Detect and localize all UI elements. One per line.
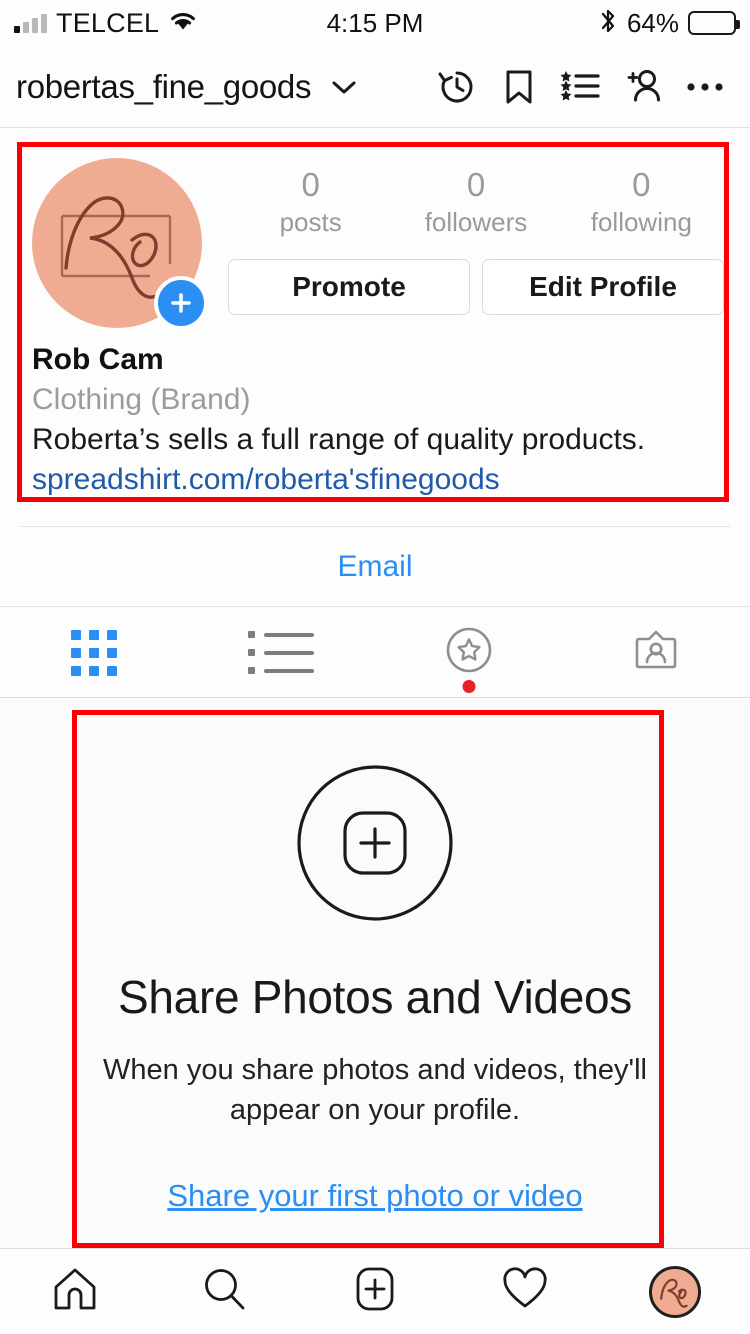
- username-title[interactable]: robertas_fine_goods: [16, 68, 311, 106]
- profile-website-link[interactable]: spreadshirt.com/roberta'sfinegoods: [32, 460, 722, 500]
- stat-following[interactable]: 0 following: [559, 165, 724, 239]
- followers-count: 0: [466, 166, 486, 203]
- battery-icon: [688, 11, 740, 35]
- email-button-row[interactable]: Email: [0, 527, 750, 607]
- navbar-actions: [428, 58, 734, 116]
- chevron-down-icon[interactable]: [323, 61, 365, 113]
- tab-tagged[interactable]: [563, 608, 750, 697]
- tab-saved-collections[interactable]: [375, 608, 563, 697]
- nav-search[interactable]: [150, 1264, 300, 1319]
- profile-category: Clothing (Brand): [32, 383, 251, 416]
- nav-profile[interactable]: [600, 1265, 750, 1318]
- share-first-photo-link[interactable]: Share your first photo or video: [167, 1178, 582, 1214]
- promote-button[interactable]: Promote: [228, 259, 470, 315]
- tab-notification-dot: [462, 680, 476, 693]
- nav-add-post[interactable]: [300, 1264, 450, 1319]
- camera-plus-icon: [293, 761, 457, 930]
- profile-bio: Rob Cam Clothing (Brand) Roberta’s sells…: [32, 340, 722, 500]
- home-icon: [50, 1264, 100, 1319]
- display-name: Rob Cam: [32, 343, 164, 376]
- bookmark-saved-icon[interactable]: [490, 58, 548, 116]
- add-person-icon[interactable]: [614, 58, 672, 116]
- status-bar-right: 64%: [598, 7, 740, 40]
- close-friends-list-icon[interactable]: [552, 58, 610, 116]
- bluetooth-icon: [598, 7, 618, 40]
- archive-history-icon[interactable]: [428, 58, 486, 116]
- bio-description: Roberta’s sells a full range of quality …: [32, 423, 646, 456]
- grid-icon: [70, 629, 117, 676]
- empty-state-subtitle: When you share photos and videos, they'l…: [103, 1054, 647, 1126]
- tab-grid[interactable]: [0, 608, 188, 697]
- profile-avatar-icon: [649, 1265, 701, 1318]
- avatar-container[interactable]: [32, 158, 208, 330]
- status-bar: TELCEL 4:15 PM 64%: [0, 0, 750, 46]
- followers-label: followers: [424, 207, 528, 237]
- following-label: following: [590, 207, 692, 237]
- profile-action-buttons: Promote Edit Profile: [228, 259, 724, 315]
- instagram-profile-screen: TELCEL 4:15 PM 64% robertas_fine_goods 0…: [0, 0, 750, 1334]
- posts-label: posts: [279, 207, 342, 237]
- profile-header: 0 posts 0 followers 0 following Promote …: [0, 129, 750, 330]
- stat-followers[interactable]: 0 followers: [393, 165, 558, 239]
- edit-profile-button[interactable]: Edit Profile: [482, 259, 724, 315]
- posts-count: 0: [301, 166, 320, 203]
- profile-navbar: robertas_fine_goods: [0, 46, 750, 128]
- empty-state-title: Share Photos and Videos: [118, 971, 632, 1023]
- list-icon: [248, 631, 315, 674]
- star-circle-icon: [442, 623, 496, 682]
- email-button-label: Email: [337, 549, 413, 583]
- bottom-navigation-bar: [0, 1248, 750, 1334]
- tagged-person-icon: [630, 624, 682, 681]
- more-options-icon[interactable]: [676, 58, 734, 116]
- content-tab-bar: [0, 608, 750, 698]
- battery-percentage: 64%: [626, 7, 679, 38]
- heart-icon: [500, 1264, 550, 1319]
- following-count: 0: [632, 166, 651, 203]
- nav-activity[interactable]: [450, 1264, 600, 1319]
- nav-home[interactable]: [0, 1264, 150, 1319]
- tab-list[interactable]: [188, 608, 376, 697]
- empty-state: Share Photos and Videos When you share p…: [0, 699, 750, 1248]
- search-icon: [200, 1264, 250, 1319]
- add-story-badge[interactable]: [154, 276, 208, 330]
- profile-stats: 0 posts 0 followers 0 following: [228, 165, 724, 239]
- stat-posts[interactable]: 0 posts: [228, 165, 393, 239]
- plus-square-icon: [350, 1264, 400, 1319]
